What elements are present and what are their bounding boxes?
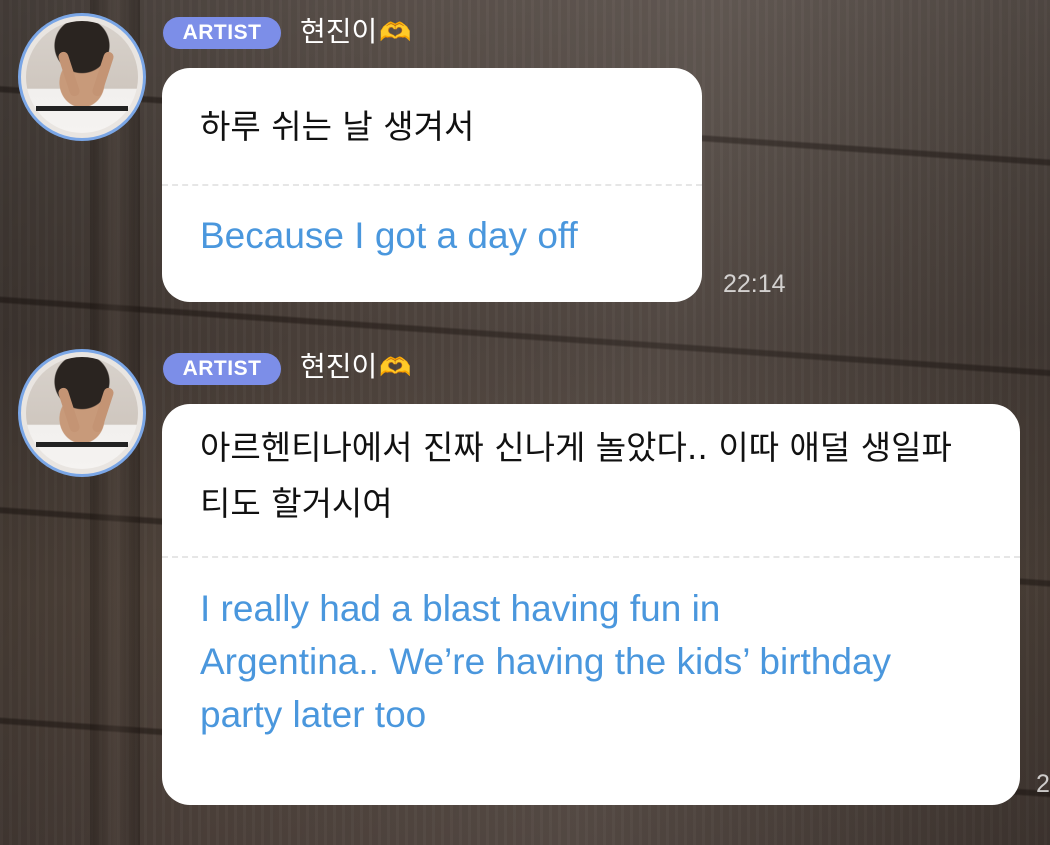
artist-avatar[interactable] bbox=[18, 13, 146, 141]
message-bubble[interactable]: 아르헨티나에서 진짜 신나게 놀았다.. 이따 애덜 생일파티도 할거시여 I … bbox=[162, 404, 1020, 805]
translation-text: Because I got a day off bbox=[200, 215, 578, 256]
sender-name-text: 현진이 bbox=[300, 15, 378, 48]
artist-badge: ARTIST bbox=[163, 353, 281, 385]
message-bubble[interactable]: 하루 쉬는 날 생겨서 Because I got a day off bbox=[162, 68, 702, 302]
message-timestamp: 22:14 bbox=[723, 270, 786, 298]
heart-hands-icon: 🫶 bbox=[379, 353, 412, 383]
original-message-text: 아르헨티나에서 진짜 신나게 놀았다.. 이따 애덜 생일파티도 할거시여 bbox=[200, 428, 952, 523]
avatar-photo bbox=[26, 21, 138, 133]
artist-badge: ARTIST bbox=[163, 17, 281, 49]
original-message-text: 하루 쉬는 날 생겨서 bbox=[200, 107, 475, 146]
artist-avatar[interactable] bbox=[18, 349, 146, 477]
sender-name-text: 현진이 bbox=[300, 350, 378, 383]
heart-hands-icon: 🫶 bbox=[379, 18, 412, 48]
sender-name[interactable]: 현진이🫶 bbox=[300, 349, 412, 386]
message-timestamp: 2 bbox=[1036, 770, 1050, 798]
avatar-photo bbox=[26, 357, 138, 469]
sender-name[interactable]: 현진이🫶 bbox=[300, 14, 412, 51]
translation-text: I really had a blast having fun in Argen… bbox=[200, 588, 892, 735]
